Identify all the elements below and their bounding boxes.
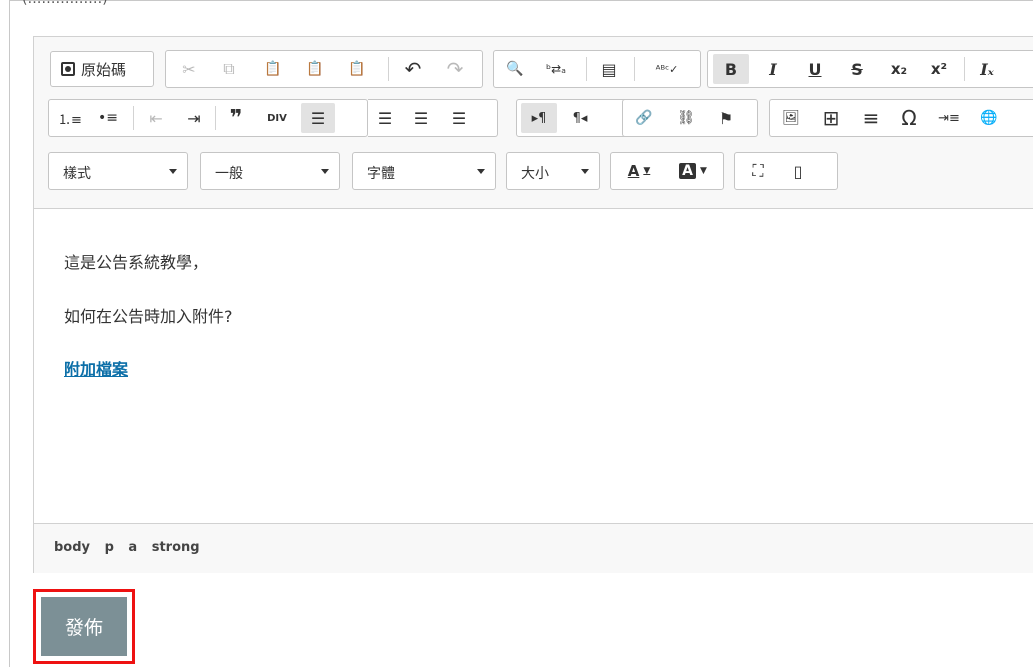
horizontal-rule-icon[interactable]: ≡: [856, 103, 886, 133]
attachment-link[interactable]: 附加檔案: [64, 360, 128, 379]
content-line: 如何在公告時加入附件?: [64, 307, 233, 326]
italic-button[interactable]: I: [758, 54, 788, 84]
unlink-icon[interactable]: ⛓: [671, 103, 701, 133]
element-path-bar: body p a strong: [34, 523, 1033, 573]
path-item-body[interactable]: body: [54, 540, 90, 555]
undo-icon[interactable]: ↶: [398, 54, 428, 84]
ltr-icon[interactable]: ▸¶: [521, 103, 557, 133]
paste-word-icon[interactable]: 📋: [342, 54, 372, 84]
editing-group: 🔍 ᵇ⇄ₐ ▤ ᴬᴮᶜ✓: [493, 50, 701, 88]
chevron-down-icon: [477, 169, 485, 174]
text-color-button[interactable]: A ▼: [617, 156, 661, 186]
justify-icon[interactable]: ☰: [444, 103, 474, 133]
blockquote-icon[interactable]: ❞: [221, 103, 251, 133]
link-icon[interactable]: 🔗: [629, 103, 659, 133]
div-icon[interactable]: DIV: [259, 103, 295, 133]
publish-button[interactable]: 發佈: [41, 597, 127, 656]
publish-highlight: 發佈: [33, 589, 135, 664]
styles-dropdown[interactable]: 樣式: [48, 152, 188, 190]
align-center-icon[interactable]: ☰: [370, 103, 400, 133]
format-dropdown-label: 一般: [215, 166, 243, 182]
path-item-strong[interactable]: strong: [152, 540, 200, 555]
align-right-icon[interactable]: ☰: [406, 103, 436, 133]
select-all-icon[interactable]: ▤: [594, 54, 624, 84]
source-label: 原始碼: [81, 60, 127, 79]
indent-icon[interactable]: ⇥: [179, 103, 209, 133]
bg-color-icon: A: [679, 163, 696, 179]
clipboard-group: ✂ ⧉ 📋 📋 📋 ↶ ↷: [165, 50, 483, 88]
anchor-icon[interactable]: ⚑: [711, 103, 741, 133]
size-dropdown-label: 大小: [521, 166, 549, 182]
bold-button[interactable]: B: [713, 54, 749, 84]
bulleted-list-icon[interactable]: •≡: [93, 103, 123, 133]
size-dropdown[interactable]: 大小: [506, 152, 600, 190]
separator: [586, 57, 587, 81]
find-icon[interactable]: 🔍: [500, 54, 530, 84]
remove-format-icon[interactable]: Iₓ: [970, 54, 1004, 84]
chevron-down-icon: ▼: [699, 166, 707, 176]
superscript-button[interactable]: x²: [924, 54, 954, 84]
page-break-icon[interactable]: ⇥≡: [932, 103, 966, 133]
insert-group: 🖼 ⊞ ≡ Ω ⇥≡ 🌐: [769, 99, 1033, 137]
bg-color-button[interactable]: A ▼: [671, 156, 715, 186]
path-item-p[interactable]: p: [105, 540, 114, 555]
tools-group: ⛶ ▯: [734, 152, 838, 190]
chevron-down-icon: [169, 169, 177, 174]
font-dropdown[interactable]: 字體: [352, 152, 496, 190]
cut-icon[interactable]: ✂: [174, 54, 204, 84]
paste-text-icon[interactable]: 📋: [300, 54, 330, 84]
spellcheck-icon[interactable]: ᴬᴮᶜ✓: [642, 54, 692, 84]
editor-content-area[interactable]: 這是公告系統教學， 如何在公告時加入附件? 附加檔案: [34, 209, 1033, 523]
image-icon[interactable]: 🖼: [776, 103, 806, 133]
chevron-down-icon: ▼: [643, 166, 651, 176]
chevron-down-icon: [581, 169, 589, 174]
separator: [964, 57, 965, 81]
iframe-icon[interactable]: 🌐: [974, 103, 1004, 133]
link-group: 🔗 ⛓ ⚑: [622, 99, 758, 137]
rich-text-editor: 原始碼 ✂ ⧉ 📋 📋 📋 ↶ ↷ 🔍 ᵇ⇄ₐ ▤ ᴬᴮᶜ✓ B I U S x…: [33, 36, 1033, 573]
show-blocks-icon[interactable]: ▯: [783, 156, 813, 186]
font-dropdown-label: 字體: [367, 166, 395, 182]
special-char-icon[interactable]: Ω: [894, 103, 924, 133]
outdent-icon[interactable]: ⇤: [141, 103, 171, 133]
separator: [215, 106, 216, 130]
separator: [388, 57, 389, 81]
direction-group: ▸¶ ¶◂: [516, 99, 634, 137]
source-button[interactable]: 原始碼: [50, 51, 154, 87]
copy-icon[interactable]: ⧉: [214, 54, 244, 84]
paste-icon[interactable]: 📋: [258, 54, 288, 84]
source-icon: [61, 62, 75, 76]
rtl-icon[interactable]: ¶◂: [565, 103, 595, 133]
numbered-list-icon[interactable]: ⒈≡: [55, 103, 85, 133]
chevron-down-icon: [321, 169, 329, 174]
content-line: 這是公告系統教學，: [64, 253, 209, 272]
separator: [634, 57, 635, 81]
align-group: ☰ ☰ ☰: [368, 99, 498, 137]
strike-button[interactable]: S: [842, 54, 872, 84]
replace-icon[interactable]: ᵇ⇄ₐ: [538, 54, 574, 84]
table-icon[interactable]: ⊞: [816, 103, 846, 133]
separator: [133, 106, 134, 130]
section-heading: (‥‥‥‥‥‥‥‥): [22, 0, 108, 7]
paragraph-group: ⒈≡ •≡ ⇤ ⇥ ❞ DIV ☰: [48, 99, 368, 137]
maximize-icon[interactable]: ⛶: [741, 156, 775, 186]
align-left-icon[interactable]: ☰: [301, 103, 335, 133]
underline-button[interactable]: U: [800, 54, 830, 84]
color-group: A ▼ A ▼: [610, 152, 724, 190]
editor-toolbar: 原始碼 ✂ ⧉ 📋 📋 📋 ↶ ↷ 🔍 ᵇ⇄ₐ ▤ ᴬᴮᶜ✓ B I U S x…: [34, 37, 1033, 209]
path-item-a[interactable]: a: [128, 540, 137, 555]
breadcrumb: body p a strong: [54, 540, 210, 555]
redo-icon[interactable]: ↷: [440, 54, 470, 84]
text-color-icon: A: [627, 162, 640, 180]
subscript-button[interactable]: x₂: [884, 54, 914, 84]
basic-styles-group: B I U S x₂ x² Iₓ: [707, 50, 1033, 88]
format-dropdown[interactable]: 一般: [200, 152, 340, 190]
styles-dropdown-label: 樣式: [63, 166, 91, 182]
